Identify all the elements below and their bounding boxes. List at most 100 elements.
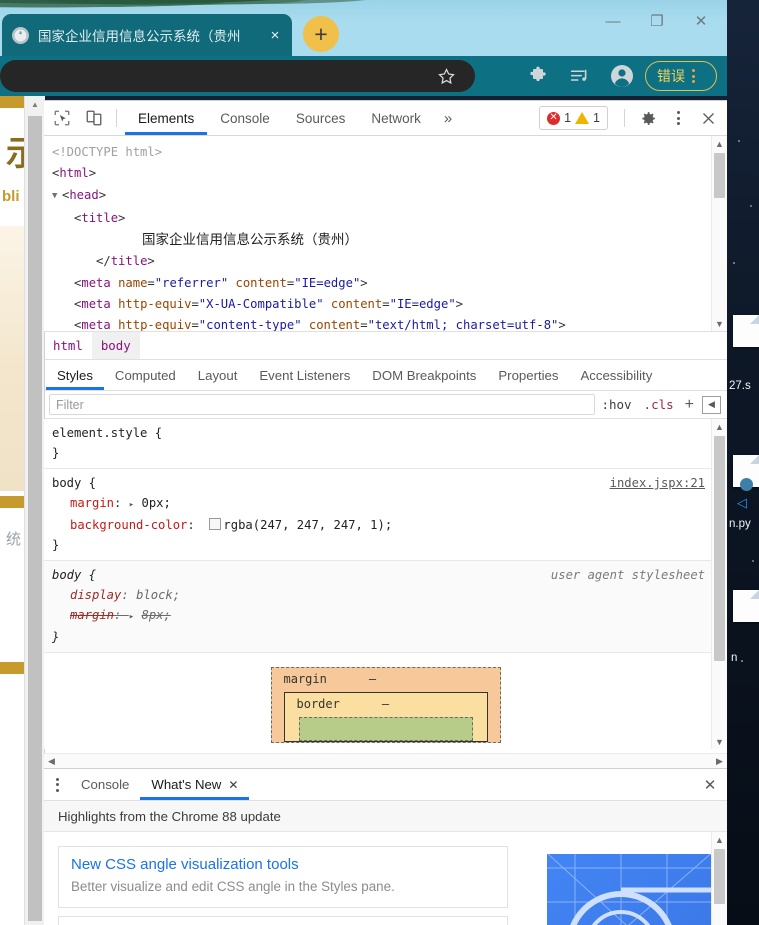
desktop-file-icon[interactable]: [733, 315, 759, 347]
rule-selector[interactable]: element.style {: [52, 426, 162, 440]
tab-layout[interactable]: Layout: [187, 361, 249, 390]
close-icon[interactable]: [693, 103, 723, 133]
whats-new-card[interactable]: New CSS angle visualization tools Better…: [58, 846, 508, 908]
style-rule-body-author[interactable]: index.jspx:21body { margin: ▸ 0px; backg…: [44, 469, 727, 561]
box-model-margin-value[interactable]: –: [369, 672, 376, 686]
hov-states-button[interactable]: :hov: [595, 391, 637, 418]
page-scroll-thumb[interactable]: [28, 116, 42, 921]
whats-new-scrollbar[interactable]: ▲: [711, 832, 727, 925]
tab-console[interactable]: Console: [207, 102, 283, 135]
rule-selector[interactable]: body {: [52, 476, 96, 490]
tab-event-listeners[interactable]: Event Listeners: [248, 361, 361, 390]
address-bar[interactable]: [0, 60, 475, 92]
expander-icon[interactable]: ▸: [129, 612, 134, 622]
scroll-up-arrow-icon[interactable]: ▲: [712, 832, 727, 847]
maximize-button[interactable]: ❐: [635, 6, 679, 36]
styles-filter-input[interactable]: Filter: [49, 394, 595, 415]
reading-list-icon[interactable]: [562, 59, 596, 93]
dom-tree-pane[interactable]: <!DOCTYPE html> <html> ▼<head> <title> 国…: [44, 136, 727, 332]
browser-tab[interactable]: 国家企业信用信息公示系统（贵州 ×: [2, 14, 292, 56]
kebab-menu-icon[interactable]: [692, 69, 695, 83]
more-tabs-button[interactable]: »: [434, 102, 462, 135]
whats-new-body[interactable]: New CSS angle visualization tools Better…: [44, 832, 727, 925]
drawer-close-button[interactable]: ✕: [693, 769, 727, 800]
device-toolbar-icon[interactable]: [80, 104, 108, 132]
tab-label: Network: [371, 111, 421, 126]
gear-icon[interactable]: [633, 103, 663, 133]
star-icon[interactable]: [429, 59, 463, 93]
element-classes-button[interactable]: .cls: [638, 391, 680, 418]
box-model-padding[interactable]: [299, 717, 473, 741]
box-model-margin-row: margin –: [272, 672, 500, 686]
tab-styles[interactable]: Styles: [46, 361, 104, 390]
breadcrumb-item-body[interactable]: body: [92, 332, 140, 359]
declaration-name[interactable]: background-color: [52, 518, 187, 532]
globe-icon: [12, 27, 29, 44]
issues-badge[interactable]: ✕ 1 1: [539, 106, 608, 130]
tab-computed[interactable]: Computed: [104, 361, 187, 390]
scroll-thumb[interactable]: [714, 436, 725, 661]
box-model-border-value[interactable]: –: [382, 697, 389, 711]
declaration-value[interactable]: rgba(247, 247, 247, 1);: [223, 518, 392, 532]
page-scroll-up-arrow[interactable]: ▲: [25, 96, 45, 113]
whats-new-card-next[interactable]: [58, 916, 508, 925]
browser-tab-title: 国家企业信用信息公示系统（贵州: [38, 25, 264, 45]
scroll-right-arrow-icon[interactable]: ▶: [712, 754, 727, 769]
rule-close-brace: }: [52, 446, 59, 460]
scroll-up-arrow-icon[interactable]: ▲: [712, 136, 727, 151]
inspect-element-icon[interactable]: [48, 104, 76, 132]
expander-icon[interactable]: ▸: [129, 500, 134, 510]
tab-dom-breakpoints[interactable]: DOM Breakpoints: [361, 361, 487, 390]
scroll-thumb[interactable]: [714, 849, 725, 904]
scroll-left-arrow-icon[interactable]: ◀: [44, 754, 59, 769]
new-tab-button[interactable]: +: [303, 16, 339, 52]
tab-elements[interactable]: Elements: [125, 102, 207, 135]
breadcrumb-item-html[interactable]: html: [44, 332, 92, 359]
scroll-down-arrow-icon[interactable]: ▼: [712, 734, 727, 749]
puzzle-icon[interactable]: [521, 59, 555, 93]
new-style-rule-button[interactable]: +: [680, 391, 699, 418]
dom-tree-scrollbar[interactable]: ▲ ▼: [711, 136, 727, 331]
style-origin-link[interactable]: index.jspx:21: [610, 473, 705, 493]
page-vertical-scrollbar[interactable]: ▲: [24, 96, 45, 925]
tab-properties[interactable]: Properties: [487, 361, 569, 390]
color-swatch[interactable]: [209, 518, 221, 530]
drawer-menu-icon[interactable]: [44, 769, 70, 800]
close-icon[interactable]: ×: [266, 26, 284, 44]
whats-new-subtitle: Highlights from the Chrome 88 update: [44, 801, 727, 832]
avatar-icon[interactable]: [605, 59, 639, 93]
desktop-file-icon[interactable]: [733, 590, 759, 622]
drawer-tab-whats-new[interactable]: What's New ✕: [140, 770, 249, 800]
minimize-button[interactable]: —: [591, 6, 635, 36]
whats-new-card-title[interactable]: New CSS angle visualization tools: [71, 854, 495, 876]
collapse-sidebar-icon[interactable]: ◀: [702, 396, 721, 414]
styles-horizontal-scrollbar[interactable]: ◀ ▶: [44, 753, 727, 769]
style-rule-body-user-agent: user agent stylesheetbody { display: blo…: [44, 561, 727, 653]
scroll-thumb[interactable]: [714, 153, 725, 198]
error-indicator-button[interactable]: 错误: [645, 61, 717, 91]
tab-network[interactable]: Network: [358, 102, 434, 135]
style-rule-element-style[interactable]: element.style { }: [44, 419, 727, 469]
whats-new-card-description: Better visualize and edit CSS angle in t…: [71, 876, 495, 898]
tab-accessibility[interactable]: Accessibility: [569, 361, 663, 390]
scroll-down-arrow-icon[interactable]: ▼: [712, 316, 727, 331]
styles-pane-scrollbar[interactable]: ▲ ▼: [711, 419, 727, 749]
declaration-name[interactable]: margin: [52, 496, 114, 510]
breadcrumb: html body: [44, 332, 727, 360]
box-model-border[interactable]: border –: [284, 692, 488, 742]
dom-tag-title[interactable]: title: [81, 211, 118, 225]
expand-caret-icon[interactable]: ▼: [52, 186, 62, 207]
dom-title-text: 国家企业信用信息公示系统（贵州）: [52, 232, 358, 247]
scroll-up-arrow-icon[interactable]: ▲: [712, 419, 727, 434]
declaration-value[interactable]: 0px;: [141, 496, 170, 510]
box-model-margin[interactable]: margin – border –: [271, 667, 501, 743]
window-close-button[interactable]: ✕: [679, 6, 723, 36]
styles-pane[interactable]: element.style { } index.jspx:21 body { ma…: [44, 419, 727, 749]
close-icon[interactable]: ✕: [228, 778, 238, 792]
dom-tag-head[interactable]: head: [69, 188, 98, 202]
box-model-margin-label: margin: [284, 672, 327, 686]
dom-tag-html[interactable]: html: [59, 166, 88, 180]
drawer-tab-console[interactable]: Console: [70, 770, 140, 800]
tab-sources[interactable]: Sources: [283, 102, 359, 135]
kebab-menu-icon[interactable]: [663, 103, 693, 133]
